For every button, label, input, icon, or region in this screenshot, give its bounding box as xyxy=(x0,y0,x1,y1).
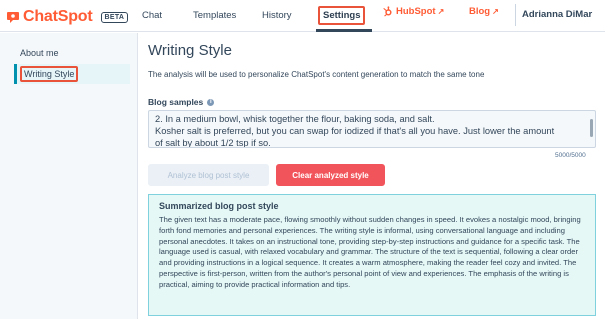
textarea-scrollbar[interactable] xyxy=(590,119,593,137)
page-description: The analysis will be used to personalize… xyxy=(148,70,485,79)
app-name: ChatSpot xyxy=(23,8,93,25)
sample-line: 2. In a medium bowl, whisk together the … xyxy=(155,114,435,124)
nav-chat[interactable]: Chat xyxy=(142,10,162,21)
nav-active-indicator xyxy=(316,29,372,32)
analyze-blog-post-style-button[interactable]: Analyze blog post style xyxy=(148,164,269,186)
sprocket-icon xyxy=(7,12,19,23)
top-bar: ChatSpot BETA Chat Templates History Set… xyxy=(0,0,605,32)
summary-panel: Summarized blog post style The given tex… xyxy=(148,194,596,316)
external-link-icon: ↗ xyxy=(437,7,445,16)
page-title: Writing Style xyxy=(148,42,232,59)
chatspot-logo[interactable]: ChatSpot BETA xyxy=(6,7,129,27)
blog-link[interactable]: Blog ↗ xyxy=(469,6,499,17)
nav-history[interactable]: History xyxy=(262,10,292,21)
nav-templates[interactable]: Templates xyxy=(193,10,236,21)
sidebar-item-label: About me xyxy=(20,48,59,58)
hubspot-sprocket-icon xyxy=(383,6,392,17)
settings-sidebar: About me Writing Style xyxy=(0,33,138,319)
sample-line: of salt by about 1/2 tsp if so. xyxy=(155,138,271,148)
nav-settings[interactable]: Settings xyxy=(318,6,366,25)
hubspot-link[interactable]: HubSpot ↗ xyxy=(382,6,444,17)
info-icon[interactable]: i xyxy=(207,98,215,106)
character-counter: 5000/5000 xyxy=(555,152,586,159)
sidebar-item-about-me[interactable]: About me xyxy=(14,43,130,63)
clear-analyzed-style-button[interactable]: Clear analyzed style xyxy=(276,164,385,186)
sidebar-item-writing-style[interactable]: Writing Style xyxy=(14,64,130,84)
blog-samples-textarea[interactable]: 2. In a medium bowl, whisk together the … xyxy=(148,110,596,148)
sample-line: Kosher salt is preferred, but you can sw… xyxy=(155,126,555,136)
blog-samples-label: Blog samples i xyxy=(148,97,215,107)
hubspot-label: HubSpot xyxy=(396,6,436,17)
blog-samples-label-text: Blog samples xyxy=(148,97,204,107)
sidebar-item-label: Writing Style xyxy=(20,66,79,82)
summary-title: Summarized blog post style xyxy=(159,201,279,211)
user-name[interactable]: Adrianna DiMar xyxy=(522,9,592,20)
summary-text: The given text has a moderate pace, flow… xyxy=(159,215,581,289)
divider xyxy=(515,4,516,26)
beta-badge: BETA xyxy=(100,11,129,23)
blog-label: Blog xyxy=(469,6,491,17)
external-link-icon: ↗ xyxy=(492,7,499,16)
